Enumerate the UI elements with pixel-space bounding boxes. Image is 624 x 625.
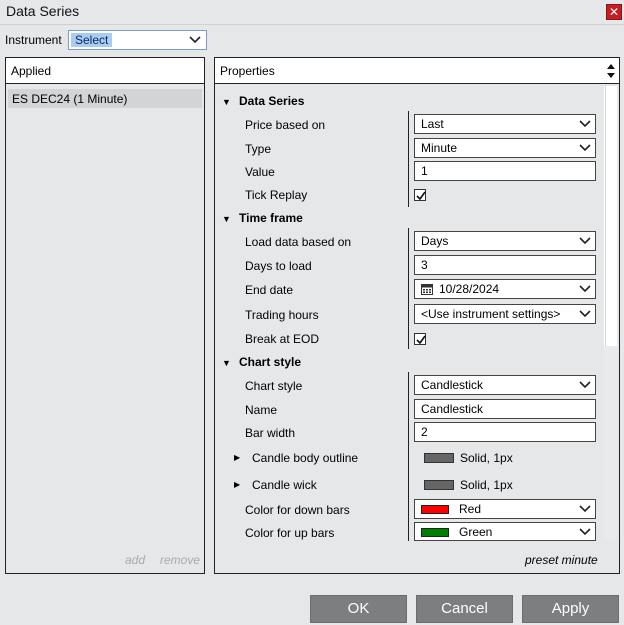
- calendar-icon[interactable]: [421, 283, 433, 295]
- days-to-load-value: 3: [421, 258, 428, 272]
- candle-body-outline-value: Solid, 1px: [460, 451, 513, 465]
- bar-width-input[interactable]: 2: [414, 422, 596, 442]
- column-divider: [408, 372, 409, 541]
- stroke-swatch: [424, 480, 454, 490]
- candle-wick-label: Candle wick: [252, 478, 317, 492]
- scrollbar-thumb[interactable]: [605, 86, 616, 346]
- value-input-value: 1: [421, 164, 428, 178]
- chart-style-select[interactable]: Candlestick: [414, 375, 596, 395]
- section-title: Chart style: [239, 355, 302, 369]
- section-chart-style[interactable]: ▼ Chart style: [222, 355, 301, 369]
- color-up-bars-select[interactable]: Green: [414, 522, 596, 541]
- red-color-swatch: [421, 505, 449, 514]
- trading-hours-label: Trading hours: [245, 308, 319, 322]
- tick-replay-checkbox[interactable]: [414, 189, 426, 201]
- cancel-button[interactable]: Cancel: [416, 595, 513, 623]
- color-down-bars-select[interactable]: Red: [414, 499, 596, 519]
- checkmark-icon: [416, 191, 426, 201]
- bar-width-label: Bar width: [245, 426, 296, 440]
- section-title: Time frame: [239, 211, 303, 225]
- trading-hours-select[interactable]: <Use instrument settings>: [414, 304, 596, 324]
- tick-replay-label: Tick Replay: [245, 188, 308, 202]
- expand-triangle-icon[interactable]: ▶: [234, 453, 240, 462]
- color-down-value: Red: [459, 502, 482, 516]
- break-at-eod-label: Break at EOD: [245, 332, 320, 346]
- chevron-down-icon: [579, 120, 591, 128]
- days-to-load-label: Days to load: [245, 259, 312, 273]
- price-based-on-select[interactable]: Last: [414, 114, 596, 134]
- type-select[interactable]: Minute: [414, 138, 596, 158]
- chart-style-value: Candlestick: [421, 378, 484, 392]
- sort-arrows-icon[interactable]: [606, 61, 616, 81]
- value-label: Value: [245, 165, 275, 179]
- section-time-frame[interactable]: ▼ Time frame: [222, 211, 303, 225]
- collapse-triangle-icon: ▼: [222, 97, 231, 107]
- load-data-based-on-select[interactable]: Days: [414, 231, 596, 251]
- title-divider: [0, 24, 624, 25]
- chevron-down-icon: [579, 237, 591, 245]
- collapse-triangle-icon: ▼: [222, 358, 231, 368]
- ok-button[interactable]: OK: [310, 595, 407, 623]
- type-value: Minute: [421, 141, 458, 155]
- title-bar: Data Series ✕: [0, 0, 624, 24]
- end-date-picker[interactable]: 10/28/2024: [414, 279, 596, 299]
- candle-body-outline-label: Candle body outline: [252, 451, 359, 465]
- chevron-down-icon: [189, 36, 201, 44]
- window-title: Data Series: [6, 3, 80, 19]
- load-data-based-on-label: Load data based on: [245, 235, 352, 249]
- preset-link[interactable]: preset minute: [525, 553, 598, 567]
- add-link[interactable]: add: [125, 553, 145, 567]
- section-data-series[interactable]: ▼ Data Series: [222, 94, 304, 108]
- stroke-swatch: [424, 453, 454, 463]
- bar-width-value: 2: [421, 425, 428, 439]
- expand-triangle-icon[interactable]: ▶: [234, 480, 240, 489]
- section-title: Data Series: [239, 94, 305, 108]
- column-divider: [408, 111, 409, 207]
- remove-link[interactable]: remove: [160, 553, 200, 567]
- end-date-label: End date: [245, 283, 294, 297]
- applied-list-item[interactable]: ES DEC24 (1 Minute): [8, 89, 202, 108]
- type-label: Type: [245, 142, 272, 156]
- candle-wick-value: Solid, 1px: [460, 478, 513, 492]
- properties-scrollbar[interactable]: [604, 86, 617, 346]
- chevron-down-icon: [579, 505, 591, 513]
- instrument-selected-value: Select: [71, 33, 113, 47]
- load-data-based-on-value: Days: [421, 234, 449, 248]
- days-to-load-input[interactable]: 3: [414, 255, 596, 275]
- break-at-eod-checkbox[interactable]: [414, 333, 426, 345]
- applied-header: Applied: [6, 58, 204, 84]
- color-up-bars-label: Color for up bars: [245, 526, 335, 540]
- value-input[interactable]: 1: [414, 161, 596, 181]
- end-date-value: 10/28/2024: [439, 282, 500, 296]
- chevron-down-icon: [579, 381, 591, 389]
- price-based-on-label: Price based on: [245, 118, 326, 132]
- chart-style-label: Chart style: [245, 379, 303, 393]
- name-value: Candlestick: [421, 402, 484, 416]
- color-up-value: Green: [459, 525, 493, 539]
- instrument-select[interactable]: Select: [68, 30, 207, 50]
- properties-header: Properties: [215, 58, 619, 84]
- chevron-down-icon: [579, 285, 591, 293]
- instrument-label: Instrument: [5, 33, 62, 47]
- column-divider: [408, 228, 409, 349]
- close-icon[interactable]: ✕: [606, 4, 622, 20]
- price-based-on-value: Last: [421, 117, 444, 131]
- applied-panel: Applied ES DEC24 (1 Minute) add remove: [5, 57, 205, 574]
- chevron-down-icon: [579, 528, 591, 536]
- color-down-bars-label: Color for down bars: [245, 503, 350, 517]
- collapse-triangle-icon: ▼: [222, 214, 231, 224]
- checkmark-icon: [416, 335, 426, 345]
- chevron-down-icon: [579, 310, 591, 318]
- name-label: Name: [245, 403, 278, 417]
- green-color-swatch: [421, 528, 449, 537]
- trading-hours-value: <Use instrument settings>: [421, 307, 561, 321]
- apply-button[interactable]: Apply: [522, 595, 619, 623]
- name-input[interactable]: Candlestick: [414, 399, 596, 419]
- chevron-down-icon: [579, 144, 591, 152]
